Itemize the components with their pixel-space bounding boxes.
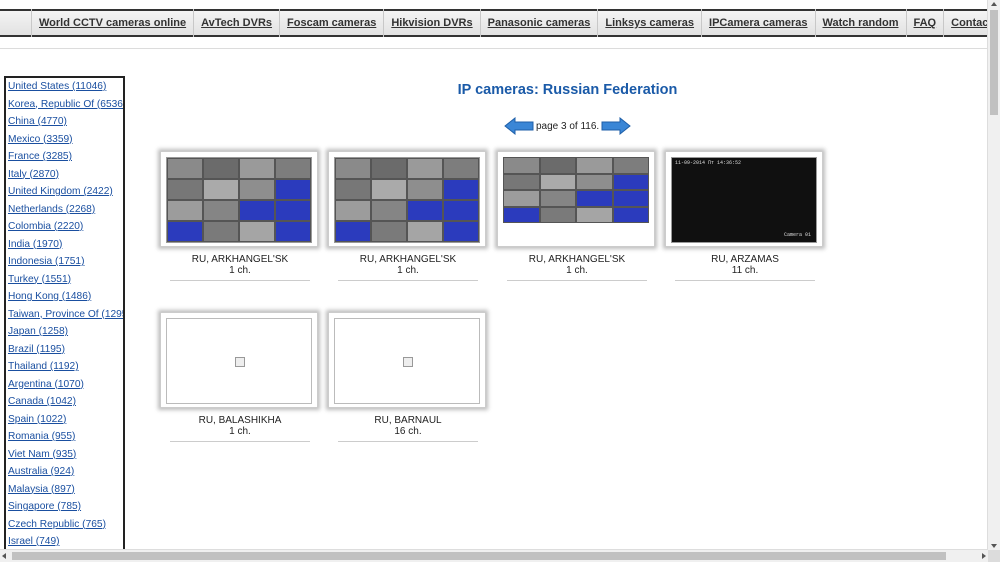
camera-feed-mosaic [334,157,480,243]
camera-feed-image [503,157,649,243]
scroll-left-icon[interactable] [2,553,6,559]
sidebar-item-colombia[interactable]: Colombia (2220) [6,218,123,236]
sidebar-item-united-states[interactable]: United States (11046) [6,78,123,96]
page-title: IP cameras: Russian Federation [457,82,678,98]
camera-card[interactable]: 11-09-2014 Пт 14:36:52 Camera 01 RU, ARZ… [665,151,825,281]
horizontal-scrollbar[interactable] [0,549,988,562]
sidebar-item-mexico[interactable]: Mexico (3359) [6,131,123,149]
card-separator [170,280,310,281]
nav-ipcamera[interactable]: IPCamera cameras [701,9,814,37]
prev-arrow-icon[interactable] [504,117,534,135]
camera-card[interactable]: RU, BARNAUL 16 ch. [328,312,488,442]
sidebar-item-china[interactable]: China (4770) [6,113,123,131]
sidebar-item-malaysia[interactable]: Malaysia (897) [6,481,123,499]
camera-thumbnail[interactable] [328,151,486,247]
country-sidebar: United States (11046) Korea, Republic Of… [4,76,125,556]
scroll-down-icon[interactable] [991,544,997,548]
card-separator [675,280,815,281]
scrollbar-corner [988,550,1000,562]
camera-channels: 1 ch. [229,265,251,276]
camera-card[interactable]: RU, ARKHANGEL'SK 1 ch. [497,151,657,281]
sidebar-item-argentina[interactable]: Argentina (1070) [6,376,123,394]
card-separator [338,441,478,442]
sidebar-item-united-kingdom[interactable]: United Kingdom (2422) [6,183,123,201]
camera-card[interactable]: RU, ARKHANGEL'SK 1 ch. [328,151,488,281]
broken-image-icon [403,357,413,367]
camera-location: RU, ARKHANGEL'SK [191,254,289,265]
sidebar-item-japan[interactable]: Japan (1258) [6,323,123,341]
sidebar-item-brazil[interactable]: Brazil (1195) [6,341,123,359]
camera-location: RU, BARNAUL [374,415,442,426]
next-arrow-icon[interactable] [601,117,632,135]
sidebar-item-australia[interactable]: Australia (924) [6,463,123,481]
sidebar-item-thailand[interactable]: Thailand (1192) [6,358,123,376]
nav-faq[interactable]: FAQ [905,9,944,37]
sidebar-item-indonesia[interactable]: Indonesia (1751) [6,253,123,271]
camera-thumbnail[interactable] [497,151,655,247]
horizontal-scroll-thumb[interactable] [12,552,946,560]
sidebar-item-czech-republic[interactable]: Czech Republic (765) [6,516,123,534]
sidebar-item-singapore[interactable]: Singapore (785) [6,498,123,516]
nav-hikvision[interactable]: Hikvision DVRs [383,9,479,37]
card-separator [507,280,647,281]
camera-feed-image: 11-09-2014 Пт 14:36:52 Camera 01 [671,157,817,243]
camera-channels: 16 ch. [394,426,422,437]
nav-panasonic[interactable]: Panasonic cameras [479,9,598,37]
scroll-up-icon[interactable] [991,2,997,6]
camera-channels: 1 ch. [397,265,419,276]
nav-avtech[interactable]: AvTech DVRs [193,9,279,37]
camera-label: Camera 01 [783,232,811,238]
sidebar-item-viet-nam[interactable]: Viet Nam (935) [6,446,123,464]
sidebar-item-korea[interactable]: Korea, Republic Of (6536) [6,96,123,114]
camera-thumbnail[interactable] [160,151,318,247]
camera-card[interactable]: RU, ARKHANGEL'SK 1 ch. [160,151,320,281]
camera-thumbnail[interactable] [160,312,318,408]
sidebar-item-turkey[interactable]: Turkey (1551) [6,271,123,289]
pager: page 3 of 116. [504,117,632,135]
camera-location: RU, ARKHANGEL'SK [528,254,626,265]
nav-world-cctv[interactable]: World CCTV cameras online [31,9,193,37]
sidebar-item-israel[interactable]: Israel (749) [6,533,123,551]
camera-location: RU, BALASHIKHA [198,415,282,426]
camera-timestamp: 11-09-2014 Пт 14:36:52 [675,160,742,166]
sidebar-item-italy[interactable]: Italy (2870) [6,166,123,184]
pager-text: page 3 of 116. [536,120,600,132]
camera-location: RU, ARKHANGEL'SK [359,254,457,265]
camera-feed-image [166,318,312,404]
sidebar-item-romania[interactable]: Romania (955) [6,428,123,446]
top-nav: World CCTV cameras online AvTech DVRs Fo… [0,9,1000,37]
camera-thumbnail[interactable] [328,312,486,408]
sidebar-item-canada[interactable]: Canada (1042) [6,393,123,411]
sidebar-item-taiwan[interactable]: Taiwan, Province Of (1295) [6,306,123,324]
camera-card[interactable]: RU, BALASHIKHA 1 ch. [160,312,320,442]
camera-location: RU, ARZAMAS [711,254,779,265]
camera-feed-image [334,318,480,404]
card-separator [170,441,310,442]
sidebar-item-france[interactable]: France (3285) [6,148,123,166]
card-separator [338,280,478,281]
vertical-scroll-thumb[interactable] [990,10,998,115]
nav-foscam[interactable]: Foscam cameras [279,9,383,37]
broken-image-icon [235,357,245,367]
vertical-scrollbar[interactable] [987,0,1000,550]
sidebar-item-netherlands[interactable]: Netherlands (2268) [6,201,123,219]
nav-linksys[interactable]: Linksys cameras [597,9,701,37]
nav-watch-random[interactable]: Watch random [814,9,906,37]
sidebar-item-hong-kong[interactable]: Hong Kong (1486) [6,288,123,306]
camera-thumbnail[interactable]: 11-09-2014 Пт 14:36:52 Camera 01 [665,151,823,247]
camera-channels: 1 ch. [229,426,251,437]
divider [0,48,988,49]
sidebar-item-spain[interactable]: Spain (1022) [6,411,123,429]
scroll-right-icon[interactable] [982,553,986,559]
camera-channels: 11 ch. [731,265,759,276]
camera-channels: 1 ch. [566,265,588,276]
sidebar-item-india[interactable]: India (1970) [6,236,123,254]
camera-feed-mosaic [166,157,312,243]
